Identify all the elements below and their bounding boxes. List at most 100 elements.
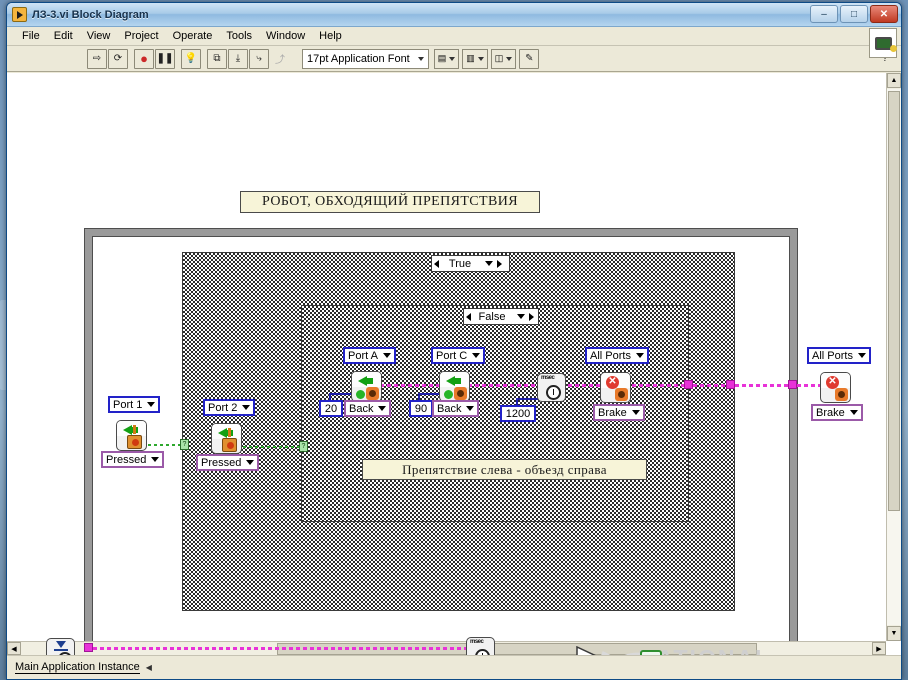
sensor1-state-dropdown[interactable]: Pressed	[101, 451, 165, 468]
menu-item-view[interactable]: View	[80, 29, 118, 43]
reset-timer-node[interactable]	[46, 638, 75, 655]
motorC-direction-dropdown[interactable]: Back	[432, 400, 480, 417]
read-timer-node[interactable]: msec	[466, 637, 495, 655]
distribute-objects-icon[interactable]: ▥	[462, 48, 488, 69]
motorC-power-constant[interactable]: 90	[409, 400, 433, 417]
menu-item-edit[interactable]: Edit	[47, 29, 80, 43]
sensor1-state-label: Pressed	[106, 453, 147, 466]
case-selector-inner[interactable]: False	[463, 308, 539, 325]
brake-inner-action-dropdown[interactable]: Brake	[593, 404, 645, 421]
tunnel-error-while-loop[interactable]	[788, 380, 797, 389]
ni-logo-screen	[874, 36, 897, 52]
block-diagram-canvas[interactable]: NATIONAL INSTRUMENTS LabVIEW™ Evaluation…	[21, 73, 887, 655]
chevron-down-icon[interactable]	[485, 261, 493, 266]
window-controls[interactable]: – □ ✕	[810, 5, 898, 23]
menu-item-operate[interactable]: Operate	[166, 29, 220, 43]
tunnel-case-inner-selector[interactable]: ?	[299, 441, 308, 452]
case-next-arrow-icon[interactable]	[529, 312, 534, 321]
touch-sensor-icon	[127, 435, 142, 449]
block-diagram-toolbar[interactable]: ⇨ ⟳ ● ❚❚ 💡 ⧉ ⤓ ⤷ ⤴ 17pt Application Font…	[7, 46, 901, 72]
scroll-down-arrow-icon[interactable]: ▼	[887, 626, 901, 641]
run-arrow-icon[interactable]: ⇨	[87, 48, 107, 69]
motorA-power-constant[interactable]: 20	[319, 400, 343, 417]
brake-outer-port-dropdown[interactable]: All Ports	[807, 347, 871, 364]
sensor1-read-node[interactable]	[116, 420, 147, 451]
case-next-arrow-icon[interactable]	[497, 259, 502, 268]
motorC-port-label: Port C	[436, 349, 468, 362]
application-instance-label[interactable]: Main Application Instance	[15, 661, 140, 674]
msec-label-icon: msec	[541, 375, 555, 381]
tunnel-error-loop-left[interactable]	[84, 643, 93, 652]
reorder-icon[interactable]: ◫	[490, 48, 517, 69]
sensor2-read-node[interactable]	[211, 423, 242, 454]
scroll-up-arrow-icon[interactable]: ▲	[887, 73, 901, 88]
case-prev-arrow-icon[interactable]	[434, 259, 439, 268]
green-arrow-icon	[358, 376, 373, 386]
chevron-down-icon[interactable]	[517, 314, 525, 319]
motorA-drive-node[interactable]	[351, 371, 382, 402]
scroll-left-arrow-icon[interactable]: ◀	[7, 642, 21, 655]
loop-stop-condition-terminal[interactable]	[640, 650, 662, 655]
motorC-drive-node[interactable]	[439, 371, 470, 402]
chevron-down-icon	[635, 353, 644, 358]
green-arrow-icon	[218, 428, 233, 438]
tunnel-case-outer-selector[interactable]: ?	[180, 439, 189, 450]
menu-item-project[interactable]: Project	[117, 29, 165, 43]
window-titlebar[interactable]: ЛЗ-3.vi Block Diagram – □ ✕	[7, 3, 901, 27]
scroll-right-arrow-icon[interactable]: ▶	[872, 642, 886, 655]
sensor2-port-dropdown[interactable]: Port 2	[203, 399, 256, 416]
wait-msec-node[interactable]: msec	[537, 373, 566, 402]
close-button[interactable]: ✕	[870, 5, 898, 23]
sensor1-port-dropdown[interactable]: Port 1	[108, 396, 161, 413]
align-objects-icon[interactable]: ▤	[433, 48, 460, 69]
clean-up-diagram-icon[interactable]: ✎	[519, 48, 540, 69]
brake-outer-action-dropdown[interactable]: Brake	[811, 404, 863, 421]
retain-wire-values-icon[interactable]: ⧉	[207, 48, 227, 69]
abort-execution-icon[interactable]: ●	[134, 48, 154, 69]
wait-duration-constant[interactable]: 1200	[500, 405, 536, 422]
tunnel-error-inner-case[interactable]	[684, 380, 693, 389]
maximize-button[interactable]: □	[840, 5, 868, 23]
motorC-port-dropdown[interactable]: Port C	[431, 347, 486, 364]
font-selector[interactable]: 17pt Application Font	[302, 48, 429, 69]
status-bar: Main Application Instance ◀	[7, 655, 901, 679]
vscroll-thumb[interactable]	[888, 91, 900, 511]
chevron-down-icon	[151, 457, 160, 462]
sensor2-state-dropdown[interactable]: Pressed	[196, 454, 260, 471]
run-continuously-icon[interactable]: ⟳	[108, 48, 128, 69]
vi-app-icon	[12, 7, 27, 22]
case-selector-outer[interactable]: True	[431, 255, 510, 272]
status-collapse-arrow-icon[interactable]: ◀	[146, 663, 152, 672]
pause-icon[interactable]: ❚❚	[155, 48, 175, 69]
menu-item-help[interactable]: Help	[312, 29, 349, 43]
block-diagram-canvas-wrap[interactable]: NATIONAL INSTRUMENTS LabVIEW™ Evaluation…	[7, 73, 901, 655]
brake-outer-node[interactable]: ✕	[820, 372, 851, 403]
tunnel-error-outer-case[interactable]	[726, 380, 735, 389]
chevron-down-icon	[147, 402, 156, 407]
minimize-button[interactable]: –	[810, 5, 838, 23]
wire-error-brake-inner-out	[625, 384, 688, 387]
motorA-direction-dropdown[interactable]: Back	[344, 400, 392, 417]
step-into-icon[interactable]: ⤓	[228, 48, 248, 69]
step-over-icon[interactable]: ⤷	[249, 48, 269, 69]
chevron-down-icon	[631, 410, 640, 415]
wire-error-motorC-wait	[461, 384, 541, 387]
greater-than-icon[interactable]: >	[576, 646, 610, 655]
brake-inner-node[interactable]: ✕	[600, 372, 631, 403]
brake-inner-port-dropdown[interactable]: All Ports	[585, 347, 649, 364]
wire-error-case-to-loop	[735, 384, 792, 387]
clock-icon	[475, 649, 490, 655]
menu-item-window[interactable]: Window	[259, 29, 312, 43]
motorA-port-dropdown[interactable]: Port A	[343, 347, 396, 364]
case-prev-arrow-icon[interactable]	[466, 312, 471, 321]
green-arrow-icon	[446, 376, 461, 386]
step-out-icon[interactable]: ⤴	[270, 48, 290, 69]
chevron-down-icon	[246, 460, 255, 465]
menu-item-file[interactable]: File	[15, 29, 47, 43]
menu-item-tools[interactable]: Tools	[219, 29, 259, 43]
highlight-execution-bulb-icon[interactable]: 💡	[181, 48, 201, 69]
menu-bar[interactable]: File Edit View Project Operate Tools Win…	[7, 27, 901, 58]
chevron-down-icon	[242, 405, 251, 410]
chevron-down-icon	[466, 406, 475, 411]
vertical-scrollbar[interactable]: ▲ ▼	[886, 73, 901, 641]
